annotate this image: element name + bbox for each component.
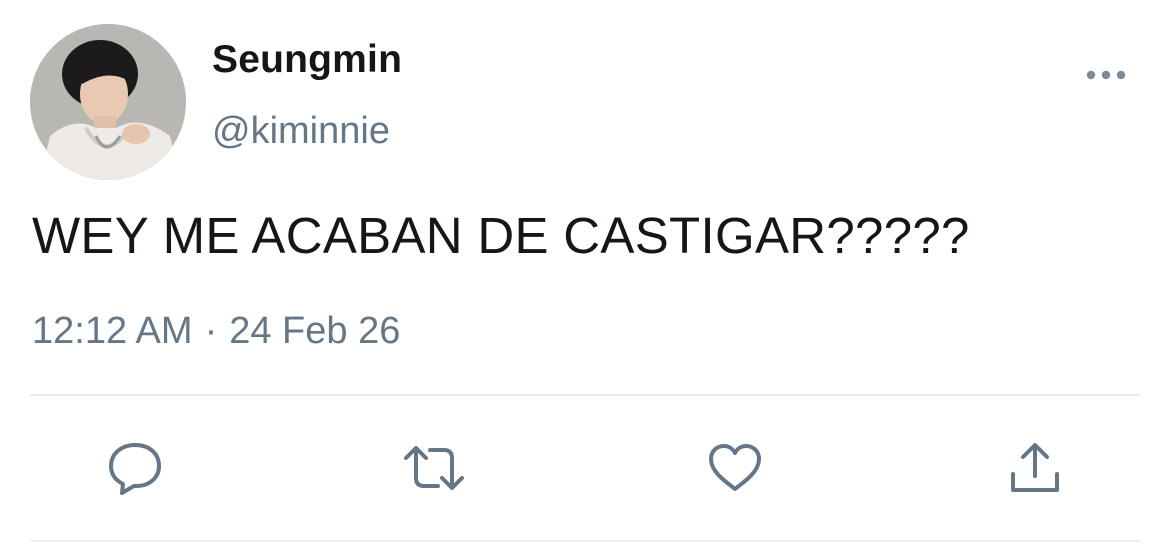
divider [30,394,1140,396]
tweet-text: WEY ME ACABAN DE CASTIGAR????? [32,207,970,264]
avatar[interactable] [30,24,186,180]
avatar-photo [30,24,186,180]
tweet-date[interactable]: 24 Feb 26 [229,310,400,352]
heart-icon [709,444,761,491]
reply-button[interactable] [101,434,169,502]
tweet-time[interactable]: 12:12 AM [32,310,193,352]
retweet-icon [404,446,464,490]
like-button[interactable] [701,434,769,502]
more-options-button[interactable] [1082,58,1130,92]
display-name[interactable]: Seungmin [212,38,402,82]
bottom-divider [30,540,1140,542]
meta-separator: · [204,310,218,352]
reply-icon [109,443,161,495]
retweet-button[interactable] [400,434,468,502]
share-icon [1011,443,1059,492]
tweet-card: Seungmin @kiminnie WEY ME ACABAN DE CAST… [0,0,1170,558]
user-handle[interactable]: @kiminnie [212,110,390,153]
tweet-meta: 12:12 AM · 24 Feb 26 [32,310,400,353]
more-horizontal-icon [1086,70,1126,80]
share-button[interactable] [1001,434,1069,502]
